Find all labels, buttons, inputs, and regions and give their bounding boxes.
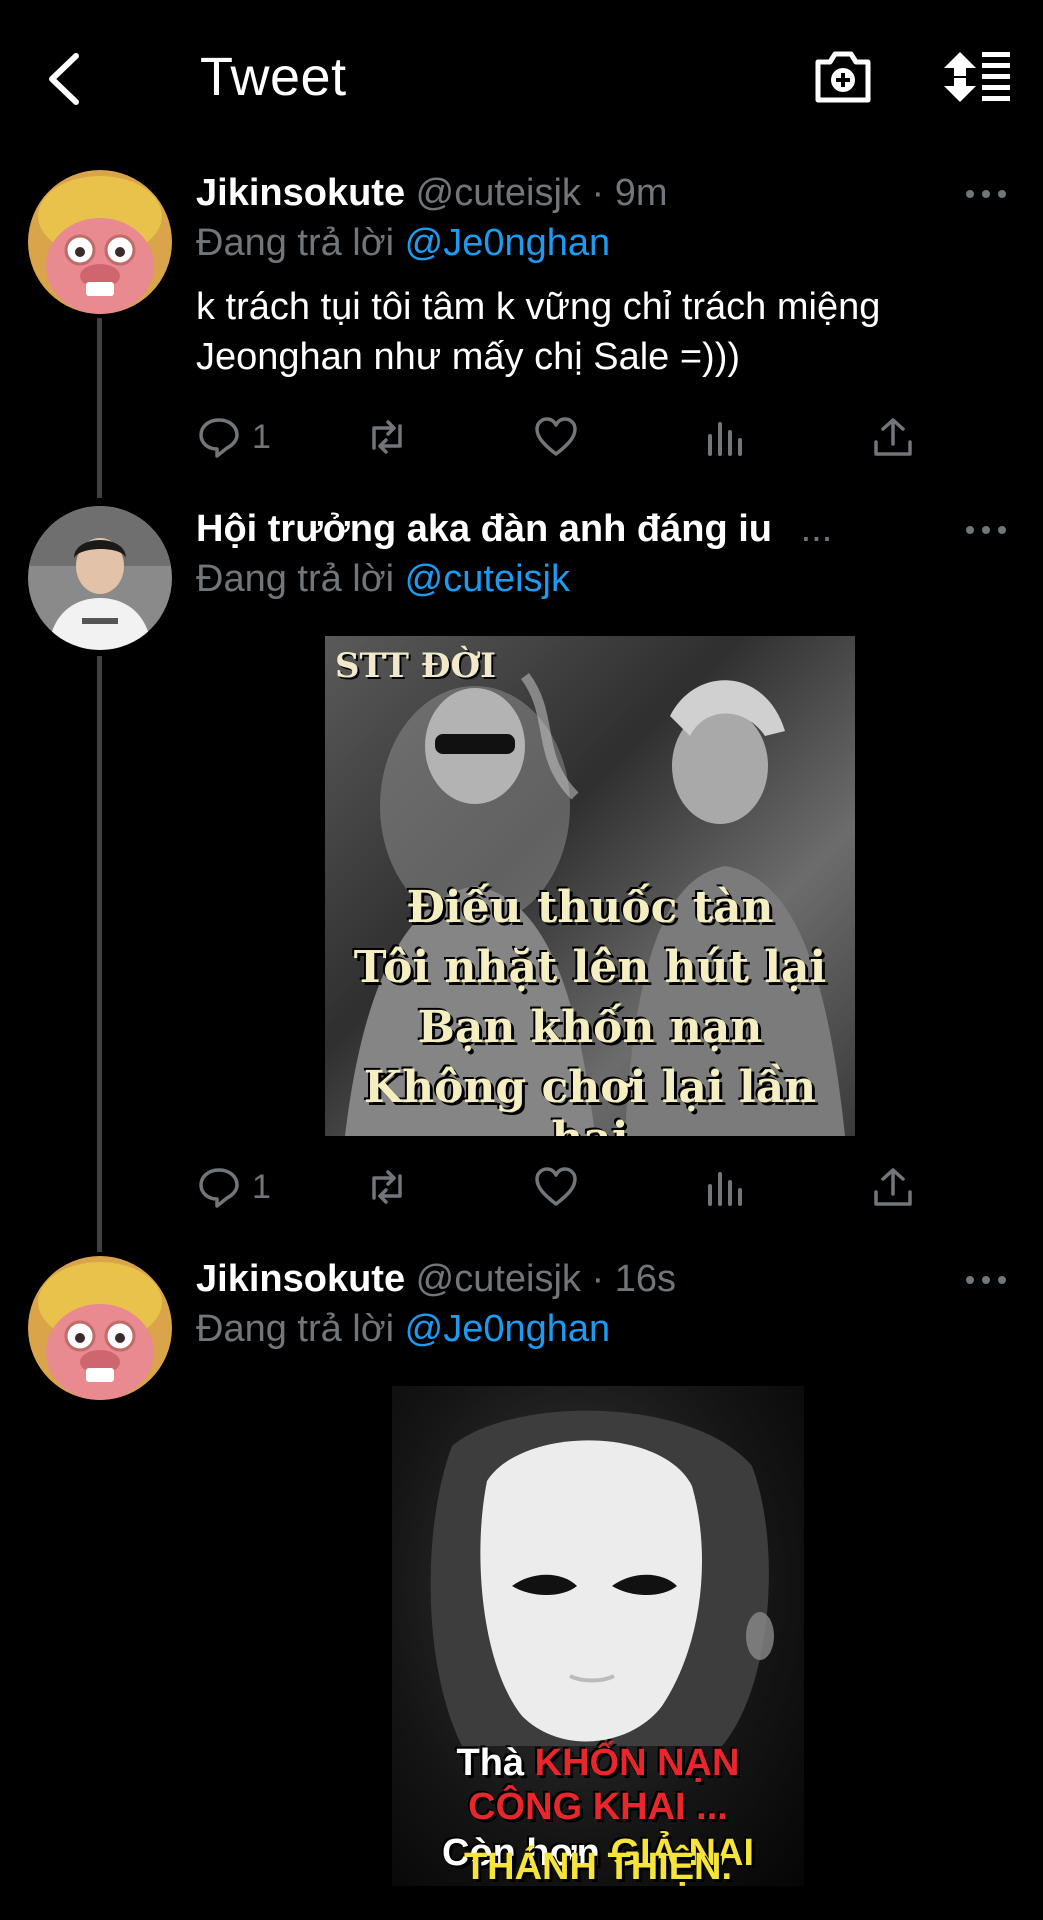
avatar-image	[28, 170, 172, 314]
reply-icon	[199, 418, 239, 458]
avatar[interactable]	[28, 506, 172, 650]
meme-text: Thà	[456, 1742, 525, 1784]
heart-icon	[535, 1167, 577, 1206]
retweet-icon	[372, 420, 402, 454]
sort-list-icon	[944, 52, 1010, 102]
share-icon	[874, 418, 912, 456]
meme-caption-line: Bạn khốn nạn	[417, 1002, 763, 1053]
reply-count: 1	[252, 1167, 271, 1206]
display-name[interactable]: Jikinsokute	[196, 172, 405, 214]
replying-to: Đang trả lời @Je0nghan	[196, 222, 610, 265]
reply-icon	[199, 1168, 239, 1208]
reply-button[interactable]: 1	[196, 412, 271, 462]
replying-label: Đang trả lời	[196, 558, 395, 600]
camera-add-icon	[815, 51, 871, 103]
sort-button[interactable]	[940, 48, 1012, 106]
more-options-button[interactable]	[964, 184, 1008, 204]
tweet-media-image[interactable]: STT ĐỜI Điếu thuốc tàn Tôi nhặt lên hút …	[325, 636, 855, 1136]
user-handle[interactable]: @cuteisjk	[416, 172, 581, 214]
meme-text: KHỐN NẠN	[534, 1742, 740, 1784]
more-dots-icon	[966, 1276, 1006, 1284]
name-truncation: ...	[800, 508, 833, 550]
mention-link[interactable]: @Je0nghan	[405, 1308, 611, 1350]
tweet-media-image[interactable]: Thà KHỐN NẠN CÔNG KHAI ... Còn hơn GIẢ N…	[392, 1386, 804, 1886]
meme-caption-line: Điếu thuốc tàn	[406, 882, 774, 933]
back-button[interactable]	[40, 48, 92, 110]
share-button[interactable]	[870, 1162, 916, 1212]
more-dots-icon	[966, 190, 1006, 198]
like-button[interactable]	[533, 1162, 579, 1212]
analytics-icon	[708, 1172, 742, 1206]
thread-line	[97, 656, 102, 1252]
display-name[interactable]: Jikinsokute	[196, 1258, 405, 1300]
meme-caption-line: Thà KHỐN NẠN	[392, 1742, 804, 1785]
tweet-actions: 1	[196, 412, 926, 462]
timestamp: · 9m	[591, 172, 668, 214]
share-icon	[874, 1168, 912, 1206]
user-handle[interactable]: @cuteisjk	[416, 1258, 581, 1300]
tweet-header: Jikinsokute @cuteisjk · 16s	[196, 1258, 676, 1301]
mention-link[interactable]: @Je0nghan	[405, 222, 611, 264]
camera-button[interactable]	[812, 48, 874, 106]
tweet-text-line: Jeonghan như mấy chị Sale =)))	[196, 336, 741, 378]
timestamp: · 16s	[591, 1258, 676, 1300]
avatar-image	[28, 1256, 172, 1400]
tweet-header: Jikinsokute @cuteisjk · 9m	[196, 172, 668, 215]
reply-count: 1	[252, 417, 271, 456]
avatar[interactable]	[28, 1256, 172, 1400]
retweet-button[interactable]	[364, 412, 410, 462]
chevron-left-icon	[49, 53, 79, 105]
like-button[interactable]	[533, 412, 579, 462]
meme-tag: STT ĐỜI	[335, 646, 497, 686]
analytics-button[interactable]	[702, 412, 748, 462]
meme-caption-line: Không chơi lại lần hai	[363, 1062, 817, 1136]
tweet-header: Hội trưởng aka đàn anh đáng iu ...	[196, 508, 832, 551]
analytics-button[interactable]	[702, 1162, 748, 1212]
mention-link[interactable]: @cuteisjk	[405, 558, 570, 600]
tweet-actions: 1	[196, 1162, 926, 1212]
reply-button[interactable]: 1	[196, 1162, 271, 1212]
more-dots-icon	[966, 526, 1006, 534]
replying-to: Đang trả lời @cuteisjk	[196, 558, 570, 601]
thread-line	[97, 318, 102, 498]
replying-to: Đang trả lời @Je0nghan	[196, 1308, 610, 1351]
replying-label: Đang trả lời	[196, 1308, 395, 1350]
retweet-icon	[372, 1170, 402, 1204]
replying-label: Đang trả lời	[196, 222, 395, 264]
analytics-icon	[708, 422, 742, 456]
top-bar: Tweet	[0, 0, 1043, 150]
share-button[interactable]	[870, 412, 916, 462]
page-title: Tweet	[200, 47, 347, 107]
meme-caption-line: THÁNH THIỆN.	[463, 1846, 733, 1888]
meme-caption-line: CÔNG KHAI ...	[468, 1786, 728, 1828]
display-name[interactable]: Hội trưởng aka đàn anh đáng iu	[196, 508, 772, 550]
meme-caption-line: Tôi nhặt lên hút lại	[353, 942, 827, 993]
heart-icon	[535, 417, 577, 456]
more-options-button[interactable]	[964, 1270, 1008, 1290]
retweet-button[interactable]	[364, 1162, 410, 1212]
tweet-text-line: k trách tụi tôi tâm k vững chỉ trách miệ…	[196, 286, 881, 328]
avatar-image	[28, 506, 172, 650]
tweet-text: k trách tụi tôi tâm k vững chỉ trách miệ…	[196, 282, 996, 382]
more-options-button[interactable]	[964, 520, 1008, 540]
avatar[interactable]	[28, 170, 172, 314]
